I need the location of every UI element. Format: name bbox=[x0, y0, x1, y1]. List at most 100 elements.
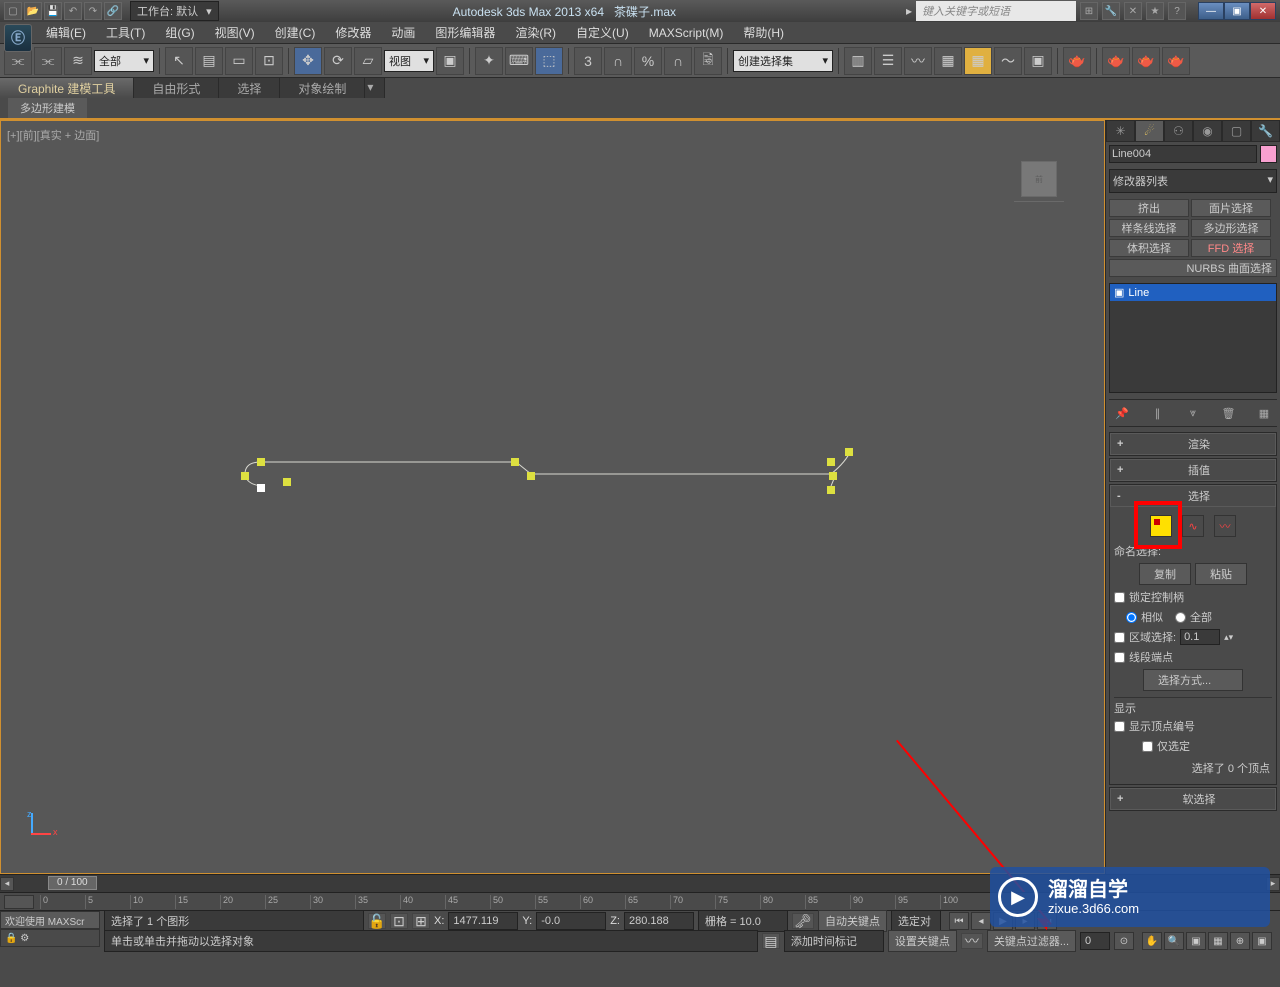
object-color-swatch[interactable] bbox=[1260, 145, 1277, 163]
lock-handles-check[interactable] bbox=[1114, 592, 1125, 603]
trackbar-toggle-icon[interactable] bbox=[4, 895, 34, 909]
paste-button[interactable]: 粘贴 bbox=[1195, 563, 1247, 585]
show-end-icon[interactable]: ∥ bbox=[1149, 404, 1167, 422]
subobj-vertex-icon[interactable] bbox=[1150, 515, 1172, 537]
script-listener-icon[interactable]: ▤ bbox=[762, 933, 780, 949]
modifier-list-combo[interactable]: 修改器列表▾ bbox=[1109, 169, 1277, 193]
render-setup-icon[interactable]: 〜 bbox=[994, 47, 1022, 75]
viewport-front[interactable]: [+][前][真实 + 边面] 前 z x bbox=[0, 120, 1105, 874]
modifier-stack[interactable]: ▣Line bbox=[1109, 283, 1277, 393]
angle-snap-icon[interactable]: 3 bbox=[574, 47, 602, 75]
menu-grapheditors[interactable]: 图形编辑器 bbox=[425, 21, 505, 44]
modbtn-patchsel[interactable]: 面片选择 bbox=[1191, 199, 1271, 217]
select-by-name-icon[interactable]: ▤ bbox=[195, 47, 223, 75]
close-button[interactable]: ✕ bbox=[1250, 2, 1276, 20]
help-search-input[interactable]: 键入关键字或短语 bbox=[916, 1, 1076, 21]
open-icon[interactable]: 📂 bbox=[24, 2, 42, 20]
sel-set-field[interactable]: 选定对 bbox=[891, 910, 941, 932]
app-menu-button[interactable]: Ⓔ bbox=[4, 24, 32, 52]
only-selected-check[interactable] bbox=[1142, 741, 1153, 752]
pin-stack-icon[interactable]: 📌 bbox=[1113, 404, 1131, 422]
seg-end-check[interactable] bbox=[1114, 652, 1125, 663]
menu-tools[interactable]: 工具(T) bbox=[96, 21, 155, 44]
key-mode-icon[interactable]: 🗝 bbox=[792, 913, 814, 929]
named-sel-set-combo[interactable]: 创建选择集▾ bbox=[733, 50, 833, 72]
current-frame[interactable]: 0 bbox=[1080, 932, 1110, 950]
hierarchy-tab-icon[interactable]: ⚇ bbox=[1164, 120, 1193, 142]
percent-snap-icon[interactable]: ∩ bbox=[604, 47, 632, 75]
viewport-label[interactable]: [+][前][真实 + 边面] bbox=[7, 127, 99, 143]
coord-x[interactable]: 1477.119 bbox=[448, 912, 518, 930]
object-name-field[interactable] bbox=[1109, 145, 1257, 163]
select-object-icon[interactable]: ↖ bbox=[165, 47, 193, 75]
modbtn-nurbs[interactable]: NURBS 曲面选择 bbox=[1109, 259, 1277, 277]
menu-views[interactable]: 视图(V) bbox=[205, 21, 265, 44]
redo-icon[interactable]: ↷ bbox=[84, 2, 102, 20]
workspace-combo[interactable]: 工作台: 默认▾ bbox=[130, 1, 219, 21]
ribbon-tab-selection[interactable]: 选择 bbox=[219, 78, 280, 98]
snap-toggle-icon[interactable]: ⬚ bbox=[535, 47, 563, 75]
render-active-icon[interactable]: 🫖 bbox=[1162, 47, 1190, 75]
save-icon[interactable]: 💾 bbox=[44, 2, 62, 20]
all-radio[interactable] bbox=[1175, 612, 1186, 623]
render-iter-icon[interactable]: 🫖 bbox=[1132, 47, 1160, 75]
modbtn-polysel[interactable]: 多边形选择 bbox=[1191, 219, 1271, 237]
menu-animation[interactable]: 动画 bbox=[381, 21, 425, 44]
nav-fov-icon[interactable]: ▣ bbox=[1186, 932, 1206, 950]
prev-frame-icon[interactable]: ◂ bbox=[971, 912, 991, 930]
motion-tab-icon[interactable]: ◉ bbox=[1193, 120, 1222, 142]
goto-start-icon[interactable]: ⏮ bbox=[949, 912, 969, 930]
maximize-button[interactable]: ▣ bbox=[1224, 2, 1250, 20]
unlink-tool-icon[interactable]: ⫘ bbox=[34, 47, 62, 75]
rollout-interp[interactable]: +插值 bbox=[1110, 459, 1276, 481]
time-config-icon[interactable]: ⊙ bbox=[1114, 932, 1134, 950]
rollout-softsel[interactable]: +软选择 bbox=[1110, 788, 1276, 810]
bind-spacewarp-icon[interactable]: ≋ bbox=[64, 47, 92, 75]
modify-tab-icon[interactable]: ☄ bbox=[1135, 120, 1164, 142]
ref-coord-combo[interactable]: 视图▾ bbox=[384, 50, 434, 72]
add-time-tag[interactable]: 添加时间标记 bbox=[784, 930, 884, 952]
time-slider-handle[interactable]: 0 / 100 bbox=[48, 876, 97, 890]
nav-zoom-icon[interactable]: 🔍 bbox=[1164, 932, 1184, 950]
nav-orbit-icon[interactable]: ⊕ bbox=[1230, 932, 1250, 950]
modbtn-extrude[interactable]: 挤出 bbox=[1109, 199, 1189, 217]
display-tab-icon[interactable]: ▢ bbox=[1222, 120, 1251, 142]
scale-tool-icon[interactable]: ▱ bbox=[354, 47, 382, 75]
show-vertnum-check[interactable] bbox=[1114, 721, 1125, 732]
menu-rendering[interactable]: 渲染(R) bbox=[505, 21, 566, 44]
config-mod-icon[interactable]: ▦ bbox=[1255, 404, 1273, 422]
menu-group[interactable]: 组(G) bbox=[155, 21, 204, 44]
ts-prev-icon[interactable]: ◂ bbox=[0, 877, 14, 891]
pivot-icon[interactable]: ▣ bbox=[436, 47, 464, 75]
move-tool-icon[interactable]: ✥ bbox=[294, 47, 322, 75]
spinner-snap-icon[interactable]: % bbox=[634, 47, 662, 75]
ribbon-tab-graphite[interactable]: Graphite 建模工具 bbox=[0, 78, 134, 98]
infocenter-icon[interactable]: ⊞ bbox=[1080, 2, 1098, 20]
nav-maxview-icon[interactable]: ▣ bbox=[1252, 932, 1272, 950]
link-icon[interactable]: 🔗 bbox=[104, 2, 122, 20]
create-tab-icon[interactable]: ✳ bbox=[1106, 120, 1135, 142]
select-by-button[interactable]: 选择方式... bbox=[1143, 669, 1243, 691]
key-icon[interactable]: 🔧 bbox=[1102, 2, 1120, 20]
sel-lock-icon[interactable]: ⊞ bbox=[412, 913, 430, 929]
menu-edit[interactable]: 编辑(E) bbox=[36, 21, 96, 44]
rollout-selection[interactable]: -选择 bbox=[1110, 485, 1276, 507]
mirror-icon[interactable]: 🗟 bbox=[694, 47, 722, 75]
menu-customize[interactable]: 自定义(U) bbox=[566, 21, 639, 44]
spline-object[interactable] bbox=[231, 446, 871, 506]
menu-maxscript[interactable]: MAXScript(M) bbox=[639, 23, 734, 43]
window-crossing-icon[interactable]: ⊡ bbox=[255, 47, 283, 75]
align-icon[interactable]: ▥ bbox=[844, 47, 872, 75]
setkey-button[interactable]: 设置关键点 bbox=[888, 930, 957, 952]
area-sel-check[interactable] bbox=[1114, 632, 1125, 643]
lock-sel-icon[interactable]: 🔓 bbox=[368, 913, 386, 929]
coord-y[interactable]: -0.0 bbox=[536, 912, 606, 930]
minimize-button[interactable]: — bbox=[1198, 2, 1224, 20]
exchange-icon[interactable]: ✕ bbox=[1124, 2, 1142, 20]
menu-create[interactable]: 创建(C) bbox=[265, 21, 326, 44]
keyfilter-button[interactable]: 关键点过滤器... bbox=[987, 930, 1076, 952]
coord-z[interactable]: 280.188 bbox=[624, 912, 694, 930]
nav-pan-icon[interactable]: ✋ bbox=[1142, 932, 1162, 950]
edge-constraint-icon[interactable]: ∩ bbox=[664, 47, 692, 75]
undo-icon[interactable]: ↶ bbox=[64, 2, 82, 20]
